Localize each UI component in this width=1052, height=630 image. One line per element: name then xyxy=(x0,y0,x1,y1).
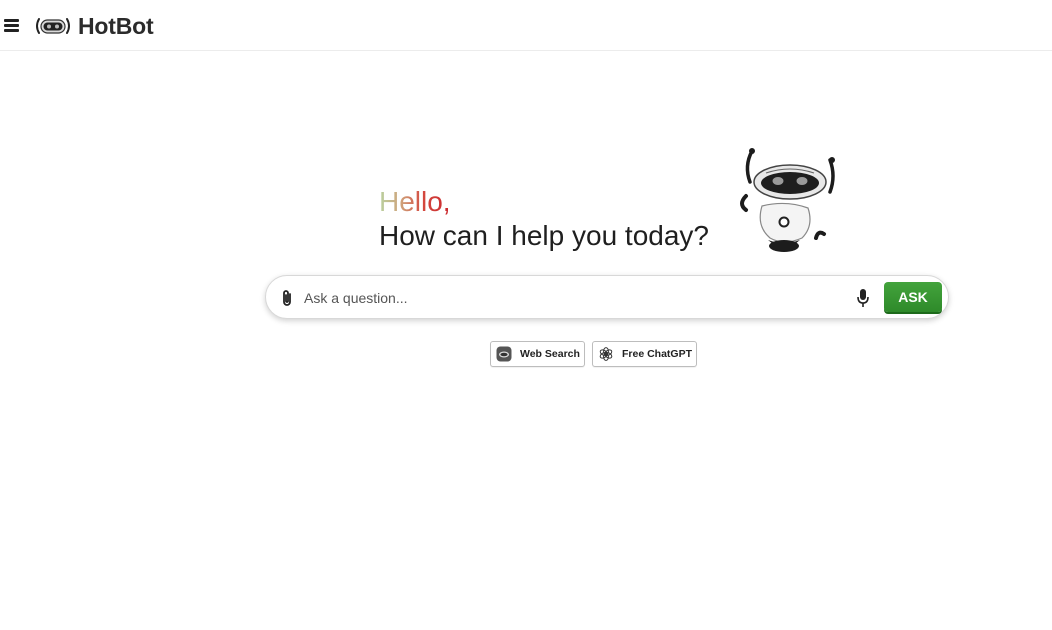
robot-mascot-icon xyxy=(740,148,835,252)
search-input[interactable] xyxy=(304,286,824,310)
free-chatgpt-button[interactable]: Free ChatGPT xyxy=(592,341,697,367)
top-bar: HotBot xyxy=(0,0,1052,51)
openai-icon xyxy=(599,347,613,361)
greeting-subtitle: How can I help you today? xyxy=(379,220,709,251)
logo-link[interactable]: HotBot xyxy=(34,12,154,40)
paperclip-icon[interactable] xyxy=(279,288,295,308)
greeting: Hello, How can I help you today? xyxy=(379,184,759,252)
free-chatgpt-label: Free ChatGPT xyxy=(622,348,693,360)
web-search-button[interactable]: Web Search xyxy=(490,341,585,367)
hello-text: Hello, xyxy=(379,184,451,220)
robot-chip-icon xyxy=(496,346,512,362)
search-box: ASK xyxy=(265,275,949,319)
web-search-label: Web Search xyxy=(520,348,580,360)
hamburger-menu-icon[interactable] xyxy=(3,16,21,34)
brand-name: HotBot xyxy=(78,12,154,39)
robot-face-icon xyxy=(36,18,70,34)
ask-button[interactable]: ASK xyxy=(884,282,942,312)
microphone-icon[interactable] xyxy=(856,288,870,308)
